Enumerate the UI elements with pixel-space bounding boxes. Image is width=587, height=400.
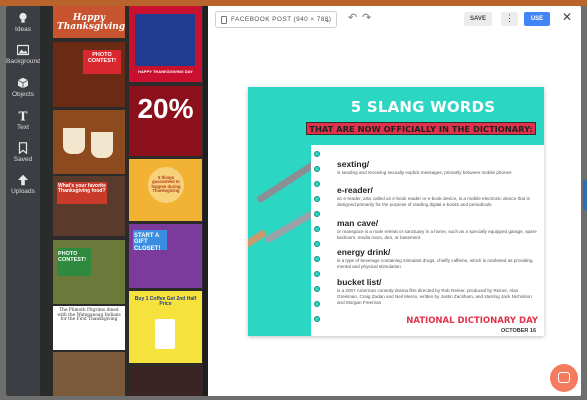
dictionary-entry: bucket list/ is a 2007 American comedy-d… (337, 277, 537, 306)
notebook-page: sexting/ is sending and receiving sexual… (311, 145, 544, 336)
rail-item-label: Text (17, 124, 29, 131)
design-canvas[interactable]: 5 SLANG WORDS THAT ARE NOW OFFICIALLY IN… (248, 87, 544, 336)
canvas-size-dropdown[interactable]: FACEBOOK POST (940 × 788) ⌄ (215, 11, 337, 28)
notebook-ring (314, 271, 320, 277)
template-thumbnail[interactable]: START A GIFT CLOSET! (129, 224, 202, 288)
entry-definition: an e-reader, also called an e-book reade… (337, 196, 530, 207)
entry-definition: is a type of beverage containing stimula… (337, 258, 533, 269)
template-thumbnail[interactable]: PHOTO CONTEST! (53, 240, 125, 304)
template-editor-modal: Ideas Backgrounds Objects T Text Saved U… (6, 6, 581, 396)
bookmark-icon (18, 142, 28, 154)
template-thumbnail-text: HAPPY THANKSGIVING DAY (138, 69, 193, 74)
notebook-ring (314, 226, 320, 232)
template-thumbnail[interactable]: Buy 1 Coffee Get 2nd Half Price (129, 291, 202, 363)
entry-word: sexting/ (337, 159, 370, 169)
chat-widget-button[interactable] (550, 364, 578, 392)
lightbulb-icon (19, 12, 27, 23)
template-thumbnail-text: What's your favorite Thanksgiving food? (58, 183, 106, 195)
rail-item-ideas[interactable]: Ideas (6, 12, 40, 33)
notebook-rings (311, 149, 323, 334)
template-thumbnail-text: Buy 1 Coffee Get 2nd Half Price (134, 296, 197, 308)
design-subtitle: THAT ARE NOW OFFICIALLY IN THE DICTIONAR… (309, 124, 533, 134)
template-thumbnail-text: PHOTO CONTEST! (87, 52, 117, 64)
rail-item-text[interactable]: T Text (6, 110, 40, 131)
notebook-ring (314, 166, 320, 172)
notebook-ring (314, 316, 320, 322)
footer-date: OCTOBER 16 (500, 328, 536, 334)
template-thumbnail-text: 20% (137, 93, 194, 124)
rail-item-label: Ideas (15, 26, 31, 33)
design-title: 5 SLANG WORDS (350, 98, 496, 116)
canvas-size-label: FACEBOOK POST (940 × 788) (231, 16, 332, 23)
template-thumbnail[interactable] (53, 110, 125, 174)
entry-definition: is a 2007 American comedy-drama film dir… (337, 288, 532, 305)
pencil-graphic (248, 229, 268, 252)
entry-word: bucket list/ (337, 277, 382, 287)
template-thumbnail-text: The Plimoth Pilgrims dined with the Wamp… (57, 308, 121, 322)
page-backdrop-edge (583, 180, 587, 210)
template-thumbnail[interactable] (53, 352, 125, 396)
tool-rail: Ideas Backgrounds Objects T Text Saved U… (6, 6, 44, 396)
text-icon: T (19, 110, 28, 122)
rail-item-backgrounds[interactable]: Backgrounds (6, 44, 44, 65)
upload-arrow-icon (18, 174, 28, 186)
close-icon[interactable]: ✕ (562, 10, 572, 24)
cube-icon (17, 77, 29, 89)
template-thumbnail[interactable]: Happy Thanksgiving (53, 6, 125, 38)
notebook-ring (314, 241, 320, 247)
template-thumbnail[interactable]: PHOTO CONTEST! (53, 42, 125, 107)
notebook-ring (314, 151, 320, 157)
template-thumbnail-text: 5 things guaranteed to happen during Tha… (151, 175, 181, 194)
template-thumbnail[interactable] (129, 366, 202, 396)
use-template-button[interactable]: USE (524, 12, 550, 26)
notebook-ring (314, 181, 320, 187)
template-thumbnail-graphic (91, 132, 113, 158)
notebook-ring (314, 301, 320, 307)
dictionary-entry: sexting/ is sending and receiving sexual… (337, 159, 537, 176)
rail-item-label: Uploads (11, 188, 35, 195)
svg-text:T: T (19, 110, 28, 122)
entry-word: energy drink/ (337, 247, 391, 257)
design-subtitle-banner: THAT ARE NOW OFFICIALLY IN THE DICTIONAR… (306, 122, 536, 135)
rail-item-label: Objects (11, 91, 35, 98)
template-thumbnail[interactable]: What's your favorite Thanksgiving food? (53, 176, 125, 236)
redo-icon[interactable]: ↷ (362, 11, 371, 24)
template-thumbnail[interactable]: HAPPY THANKSGIVING DAY (129, 6, 202, 82)
footer-title: NATIONAL DICTIONARY DAY (406, 316, 538, 326)
notebook-ring (314, 256, 320, 262)
chevron-down-icon: ⌄ (323, 15, 331, 24)
template-thumbnail-graphic (63, 128, 85, 154)
undo-icon[interactable]: ↶ (348, 11, 357, 24)
dictionary-entry: energy drink/ is a type of beverage cont… (337, 247, 537, 270)
image-icon (17, 44, 29, 56)
notebook-ring (314, 196, 320, 202)
template-thumbnail-graphic (135, 14, 195, 66)
entry-definition: is sending and receiving sexually explic… (337, 170, 512, 175)
template-thumbnail-text: PHOTO CONTEST! (58, 251, 87, 263)
notebook-ring (314, 286, 320, 292)
chat-bubble-icon (558, 372, 570, 383)
entry-definition: or manspace is a male retreat or sanctua… (337, 229, 537, 240)
entry-word: e-reader/ (337, 185, 373, 195)
rail-item-label: Saved (13, 156, 33, 163)
rail-item-uploads[interactable]: Uploads (6, 174, 40, 195)
template-thumbnail-text: START A GIFT CLOSET! (134, 233, 161, 252)
editor-area: FACEBOOK POST (940 × 788) ⌄ ↶ ↷ SAVE ⋮ U… (208, 6, 581, 396)
template-thumbnail[interactable]: 20% (129, 86, 202, 156)
more-options-button[interactable]: ⋮ (501, 12, 518, 26)
rail-item-objects[interactable]: Objects (6, 77, 40, 98)
template-panel: Happy Thanksgiving HAPPY THANKSGIVING DA… (40, 6, 208, 396)
dictionary-entry: e-reader/ an e-reader, also called an e-… (337, 185, 537, 208)
entry-word: man cave/ (337, 218, 379, 228)
template-thumbnail[interactable]: 5 things guaranteed to happen during Tha… (129, 159, 202, 221)
template-thumbnail-graphic (155, 319, 175, 349)
template-thumbnail-text: Happy Thanksgiving (57, 13, 125, 33)
save-button[interactable]: SAVE (464, 12, 492, 26)
notebook-ring (314, 211, 320, 217)
rail-item-label: Backgrounds (6, 58, 44, 65)
template-thumbnail[interactable]: The Plimoth Pilgrims dined with the Wamp… (53, 306, 125, 350)
dictionary-entry: man cave/ or manspace is a male retreat … (337, 218, 537, 241)
rail-item-saved[interactable]: Saved (6, 142, 40, 163)
document-icon (221, 16, 227, 24)
